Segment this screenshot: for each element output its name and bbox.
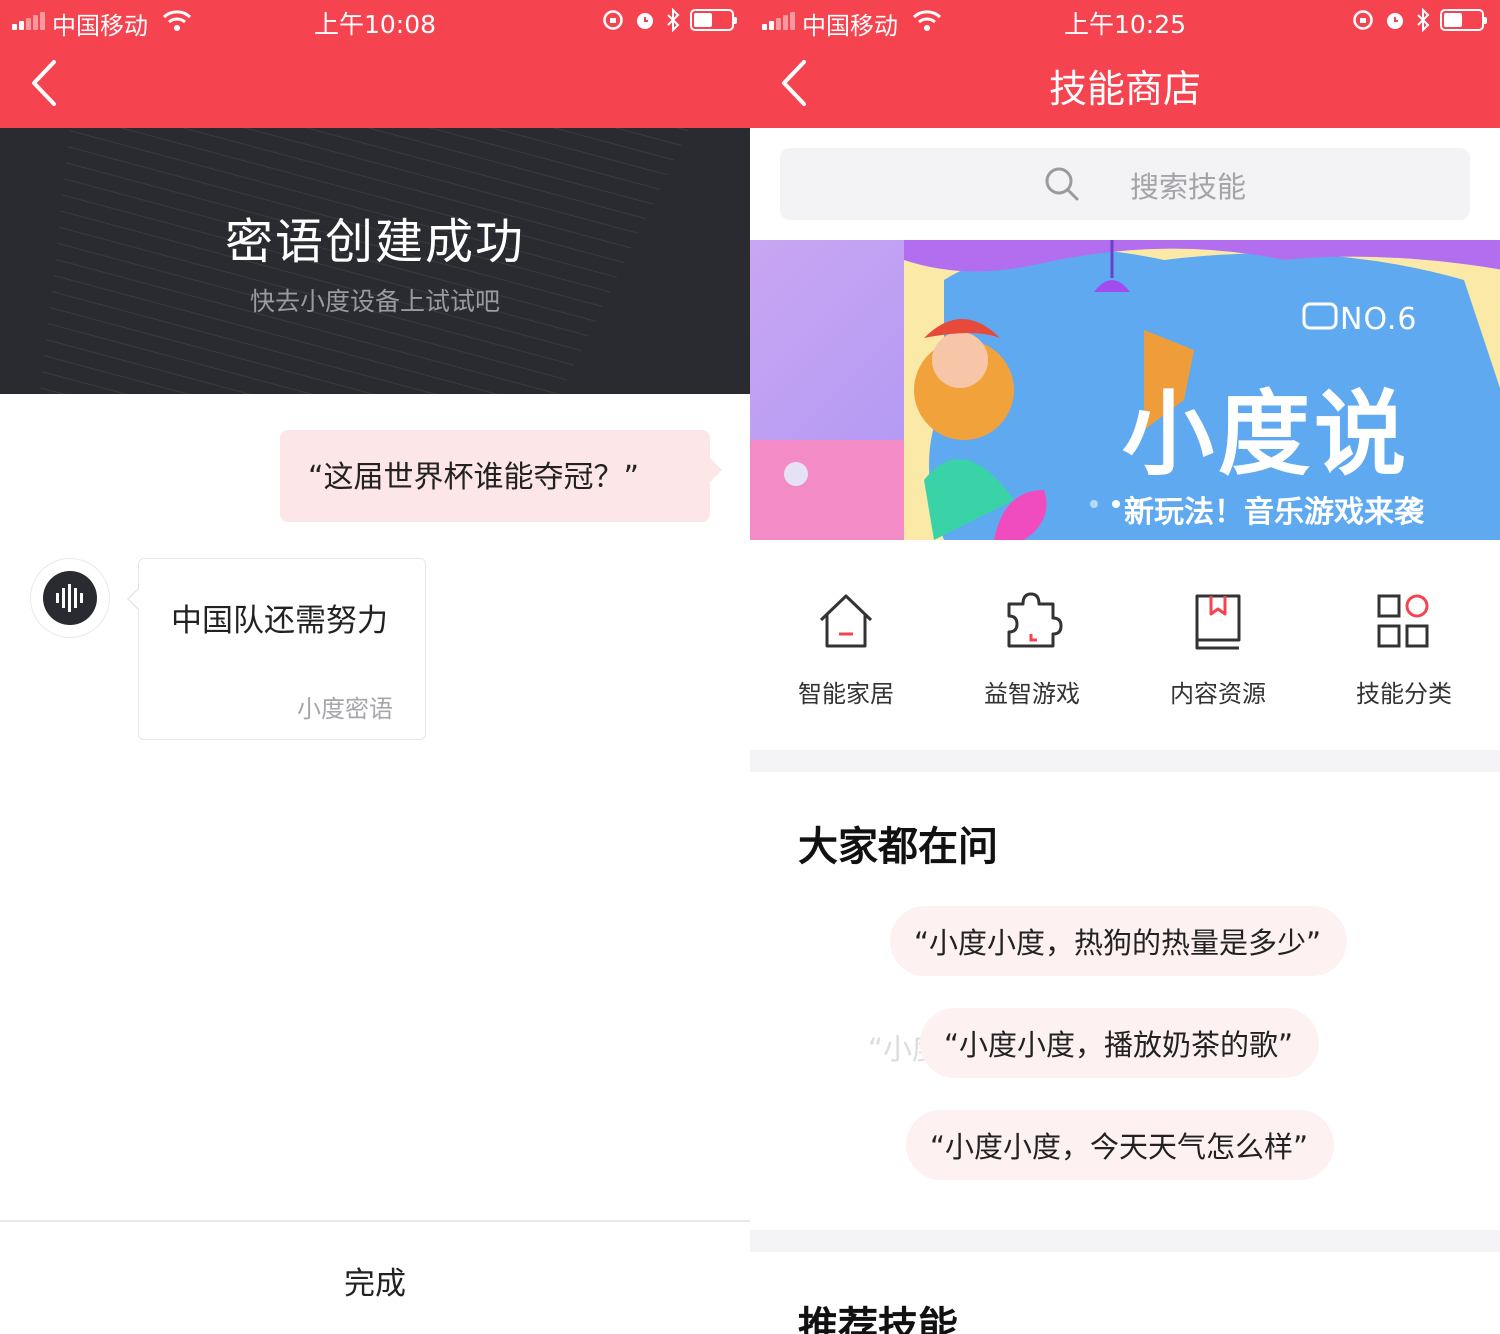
answer-text: 中国队还需努力 [171,603,388,639]
status-icons [1352,6,1487,34]
banner-subtitle: 新玩法！音乐游戏来袭 [1124,495,1424,530]
status-bar: 中国移动 上午10:08 [0,0,750,40]
alarm-icon [637,13,653,29]
battery-icon [690,9,737,31]
puzzle-icon [1007,592,1063,648]
faq-item[interactable]: “小度小度，热狗的热量是多少” [890,906,1348,976]
faq-item[interactable]: “小度小度，播放奶茶的歌” [920,1008,1320,1078]
banner-left-deco [750,440,904,540]
recommend-title: 推荐技能 [798,1304,958,1334]
alarm-icon [1387,13,1403,29]
voice-wave-icon [56,584,83,612]
battery-icon [1440,9,1487,31]
bluetooth-icon [1417,8,1430,32]
status-bar: 中国移动 上午10:25 [750,0,1500,40]
answer-source-label: 小度密语 [297,695,393,723]
rotation-lock-icon [603,10,623,30]
banner-pagination [1090,500,1142,508]
success-hero: 密语创建成功 快去小度设备上试试吧 [0,128,750,394]
category-skill-types[interactable]: 技能分类 [1311,580,1497,709]
hero-title: 密语创建成功 [224,214,525,270]
category-puzzle-game[interactable]: 益智游戏 [939,580,1125,709]
banner-tag: NO.6 [1340,302,1418,337]
category-content[interactable]: 内容资源 [1125,580,1311,709]
section-divider [750,1230,1500,1252]
book-icon [1195,594,1241,650]
category-smart-home[interactable]: 智能家居 [753,580,939,709]
status-icons [602,6,737,34]
grid-icon [1377,594,1429,648]
rotation-lock-icon [1353,10,1373,30]
promo-banner[interactable]: NO.6 小度说 新玩法！音乐游戏来袭 [750,240,1500,540]
category-label: 智能家居 [798,680,894,708]
section-divider [750,750,1500,772]
category-label: 技能分类 [1356,680,1452,708]
xiaodu-avatar [30,558,110,638]
faq-item[interactable]: “小度小度，今天天气怎么样” [906,1110,1335,1180]
question-bubble: “这届世界杯谁能夺冠？” [280,430,722,522]
category-grid: 智能家居 益智游戏 内容资源 技能分类 [750,580,1500,720]
back-arrow-icon[interactable] [28,58,64,108]
password-created-screen: 中国移动 上午10:08 密语创建成功 快去小度设备上试试吧 “这届世界杯谁能夺… [0,0,750,1334]
page-title: 技能商店 [1048,67,1201,111]
faq-title: 大家都在问 [798,824,998,870]
answer-card: 中国队还需努力 小度密语 [127,558,426,740]
category-label: 益智游戏 [984,680,1080,708]
search-placeholder: 搜索技能 [1130,170,1247,204]
skill-store-screen: 中国移动 上午10:25 技能商店 搜索技能 NO.6 小度说 新玩法！音乐游戏… [750,0,1500,1334]
done-button[interactable]: 完成 [0,1222,750,1334]
bluetooth-icon [667,8,680,32]
category-label: 内容资源 [1170,680,1266,708]
hero-subtitle: 快去小度设备上试试吧 [249,287,500,316]
top-bar: 中国移动 上午10:08 [0,0,750,128]
search-icon [1045,167,1079,201]
top-bar: 中国移动 上午10:25 技能商店 [750,0,1500,128]
home-icon [819,594,873,648]
search-input[interactable]: 搜索技能 [780,148,1470,220]
banner-title: 小度说 [1122,381,1411,488]
